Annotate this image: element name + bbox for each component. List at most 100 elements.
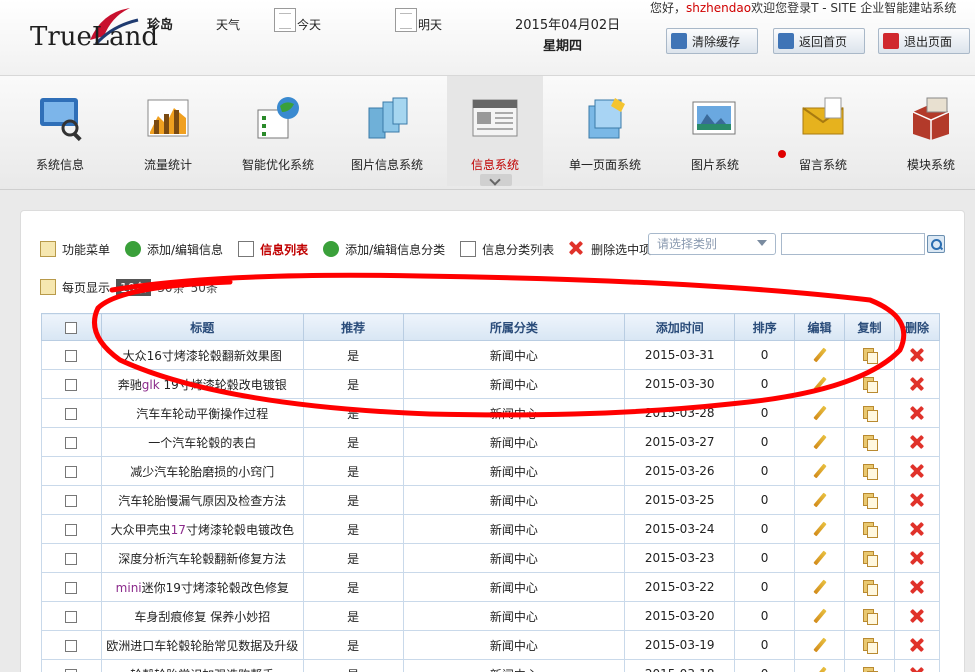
logout-button[interactable]: 退出页面	[878, 28, 970, 54]
delete-x-icon[interactable]	[910, 464, 924, 478]
row-checkbox[interactable]	[65, 407, 78, 420]
row-title[interactable]: 减少汽车轮胎磨损的小窍门	[100, 456, 304, 486]
row-checkbox[interactable]	[65, 349, 78, 362]
nav-item-info-system[interactable]: 信息系统	[447, 76, 543, 186]
function-menu-icon	[40, 241, 56, 257]
copy-icon[interactable]	[861, 492, 879, 509]
copy-icon[interactable]	[861, 405, 879, 422]
row-category: 新闻中心	[402, 456, 626, 486]
logo[interactable]: TrueLand 珍岛	[30, 6, 190, 62]
row-title[interactable]: 奔驰glk 19寸烤漆轮毂改电镀银	[100, 369, 304, 399]
row-title[interactable]: 汽车轮胎慢漏气原因及检查方法	[100, 485, 304, 515]
row-checkbox[interactable]	[65, 552, 78, 565]
copy-icon[interactable]	[861, 608, 879, 625]
back-arrow-icon	[778, 33, 794, 49]
row-checkbox[interactable]	[65, 494, 78, 507]
add-edit-category-link[interactable]: 添加/编辑信息分类	[323, 241, 445, 258]
edit-pencil-icon[interactable]	[812, 376, 828, 392]
row-checkbox[interactable]	[65, 668, 78, 672]
delete-x-icon[interactable]	[910, 580, 924, 594]
nav-item-message-system[interactable]: 留言系统	[773, 76, 873, 186]
delete-x-icon[interactable]	[910, 522, 924, 536]
nav-item-picture-system[interactable]: 图片系统	[665, 76, 765, 186]
row-checkbox[interactable]	[65, 523, 78, 536]
per-page-selector: 每页显示 10条 30条 50条	[40, 278, 218, 296]
back-home-button[interactable]: 返回首页	[773, 28, 865, 54]
clear-cache-button[interactable]: 清除缓存	[666, 28, 758, 54]
nav-item-image-info[interactable]: 图片信息系统	[337, 76, 437, 186]
copy-icon[interactable]	[861, 434, 879, 451]
row-sort: 0	[734, 398, 796, 428]
nav-item-traffic-stats[interactable]: 流量统计	[118, 76, 218, 186]
edit-pencil-icon[interactable]	[812, 666, 828, 672]
edit-pencil-icon[interactable]	[812, 550, 828, 566]
edit-pencil-icon[interactable]	[812, 492, 828, 508]
row-checkbox[interactable]	[65, 610, 78, 623]
row-date: 2015-03-31	[624, 340, 736, 370]
row-checkbox-cell	[41, 514, 102, 544]
nav-collapse-arrow[interactable]	[480, 174, 512, 186]
nav-item-system-info[interactable]: 系统信息	[10, 76, 110, 186]
nav-item-smart-optimize[interactable]: 智能优化系统	[228, 76, 328, 186]
delete-x-icon[interactable]	[910, 348, 924, 362]
edit-pencil-icon[interactable]	[812, 463, 828, 479]
edit-pencil-icon[interactable]	[812, 521, 828, 537]
row-checkbox[interactable]	[65, 436, 78, 449]
copy-icon[interactable]	[861, 579, 879, 596]
per-page-option-50[interactable]: 50条	[191, 279, 218, 296]
delete-x-icon[interactable]	[910, 435, 924, 449]
category-list-link[interactable]: 信息分类列表	[460, 241, 554, 258]
nav-item-module-system[interactable]: 模块系统	[881, 76, 975, 186]
row-sort: 0	[734, 427, 796, 457]
table-row: 车身刮痕修复 保养小妙招是新闻中心 2015-03-20 0	[41, 601, 941, 631]
edit-pencil-icon[interactable]	[812, 434, 828, 450]
row-title[interactable]: 深度分析汽车轮毂翻新修复方法	[100, 543, 304, 573]
username[interactable]: shzhendao	[686, 1, 751, 15]
row-title[interactable]: 车身刮痕修复 保养小妙招	[100, 601, 304, 631]
delete-x-icon[interactable]	[910, 377, 924, 391]
row-copy-cell	[844, 630, 895, 660]
row-checkbox[interactable]	[65, 581, 78, 594]
nav-item-single-page[interactable]: 单一页面系统	[555, 76, 655, 186]
copy-icon[interactable]	[861, 376, 879, 393]
row-title[interactable]: 大众16寸烤漆轮毂翻新效果图	[100, 340, 304, 370]
edit-pencil-icon[interactable]	[812, 608, 828, 624]
delete-x-icon[interactable]	[910, 667, 924, 672]
add-category-icon	[323, 241, 340, 257]
delete-x-icon[interactable]	[910, 406, 924, 420]
category-select[interactable]: 请选择类别	[648, 233, 776, 255]
edit-pencil-icon[interactable]	[812, 347, 828, 363]
row-checkbox[interactable]	[65, 465, 78, 478]
delete-selected-link[interactable]: 删除选中项	[569, 241, 651, 258]
per-page-option-30[interactable]: 30条	[157, 279, 184, 296]
row-checkbox-cell	[41, 369, 102, 399]
copy-icon[interactable]	[861, 550, 879, 567]
row-title[interactable]: 大众甲壳虫17寸烤漆轮毂电镀改色	[100, 514, 304, 544]
edit-pencil-icon[interactable]	[812, 579, 828, 595]
search-input[interactable]	[781, 233, 925, 255]
edit-pencil-icon[interactable]	[812, 637, 828, 653]
row-title[interactable]: mini迷你19寸烤漆轮毂改色修复	[100, 572, 304, 602]
delete-x-icon[interactable]	[910, 638, 924, 652]
row-title[interactable]: 一个汽车轮毂的表白	[100, 427, 304, 457]
copy-icon[interactable]	[861, 521, 879, 538]
edit-pencil-icon[interactable]	[812, 405, 828, 421]
row-title[interactable]: 汽车车轮动平衡操作过程	[100, 398, 304, 428]
row-checkbox[interactable]	[65, 378, 78, 391]
row-checkbox[interactable]	[65, 639, 78, 652]
copy-icon[interactable]	[861, 463, 879, 480]
delete-x-icon[interactable]	[910, 493, 924, 507]
delete-x-icon[interactable]	[910, 609, 924, 623]
search-icon[interactable]	[927, 235, 945, 253]
row-title[interactable]: 欧洲进口车轮毂轮胎常见数据及升级	[100, 630, 304, 660]
copy-icon[interactable]	[861, 666, 879, 672]
copy-icon[interactable]	[861, 347, 879, 364]
per-page-option-10[interactable]: 10条	[116, 278, 152, 296]
toolbar: 功能菜单 添加/编辑信息 信息列表 添加/编辑信息分类 信息分类列表 删除选中项	[40, 239, 666, 259]
row-title[interactable]: 轮毂轮胎常识加强选购帮手	[100, 659, 304, 672]
copy-icon[interactable]	[861, 637, 879, 654]
delete-x-icon[interactable]	[910, 551, 924, 565]
select-all-checkbox[interactable]	[65, 321, 78, 334]
info-list-link[interactable]: 信息列表	[238, 241, 308, 258]
add-edit-info-link[interactable]: 添加/编辑信息	[125, 241, 223, 258]
